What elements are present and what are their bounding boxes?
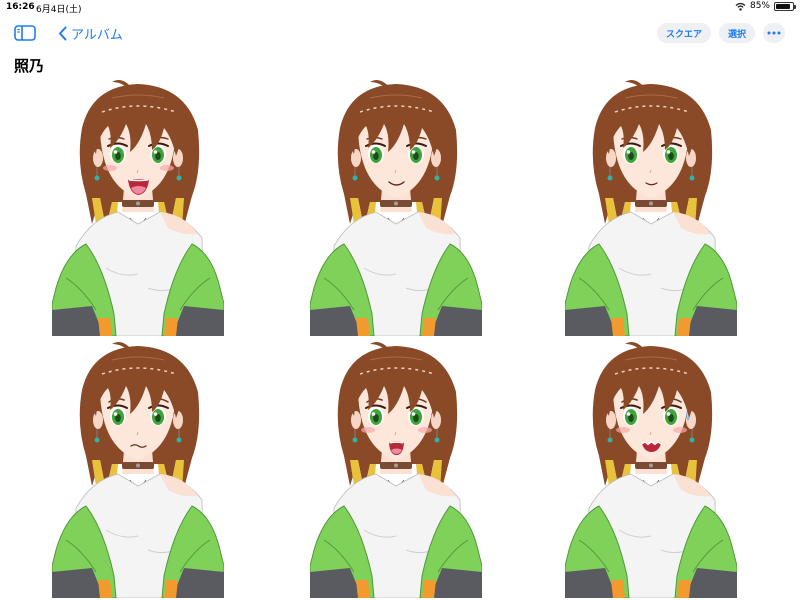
select-button[interactable]: 選択 [719, 23, 756, 43]
photo-thumbnail[interactable] [310, 78, 482, 336]
ellipsis-icon [767, 31, 781, 35]
sidebar-icon [14, 25, 36, 41]
status-right: 85% [735, 1, 796, 11]
photo-thumbnail[interactable] [565, 340, 737, 598]
character-illustration [310, 342, 482, 598]
battery-fill [776, 3, 790, 9]
status-date: 6月4日(土) [36, 5, 82, 15]
character-illustration [310, 80, 482, 336]
square-button[interactable]: スクエア [657, 23, 712, 43]
sidebar-toggle-button[interactable] [14, 24, 36, 42]
back-button[interactable]: アルバム [58, 24, 123, 43]
photo-grid [0, 78, 800, 600]
photo-thumbnail[interactable] [310, 340, 482, 598]
photo-thumbnail[interactable] [565, 78, 737, 336]
photo-thumbnail[interactable] [52, 340, 224, 598]
character-illustration [565, 342, 737, 598]
back-label: アルバム [71, 28, 123, 43]
character-illustration [565, 80, 737, 336]
chevron-left-icon [59, 26, 67, 41]
photo-thumbnail[interactable] [52, 78, 224, 336]
status-time: 16:26 [6, 2, 35, 12]
battery-percent: 85% [749, 1, 770, 11]
character-illustration [52, 342, 224, 598]
more-button[interactable] [763, 23, 785, 43]
wifi-icon [735, 2, 746, 11]
status-bar: 16:26 6月4日(土) 85% [0, 0, 800, 15]
battery-icon [774, 1, 796, 11]
character-illustration [52, 80, 224, 336]
nav-bar: アルバム スクエア 選択 [0, 18, 800, 48]
album-title: 照乃 [14, 57, 45, 75]
